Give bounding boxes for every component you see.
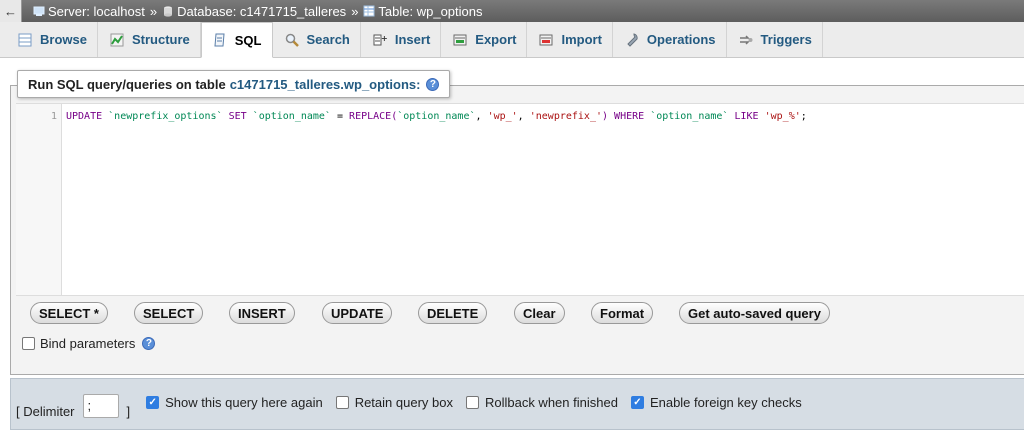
sql-keyword: WHERE [614,111,645,122]
clear-button[interactable]: Clear [514,302,565,324]
query-options: [ Delimiter ; ] ✓ Show this query here a… [16,390,802,419]
breadcrumb-database-label: Database: c1471715_talleres [177,3,347,19]
show-query-label: Show this query here again [165,394,323,410]
tab-import[interactable]: Import [527,22,613,57]
rollback-label: Rollback when finished [484,394,618,410]
sql-keyword: UPDATE [66,111,103,122]
sql-identifier: `option_name` [252,111,331,122]
sql-punct: ; [800,111,807,122]
get-autosaved-query-button[interactable]: Get auto-saved query [679,302,830,324]
show-query-checkbox[interactable]: ✓ [146,395,160,409]
insert-icon: +c [373,34,388,45]
sql-string: 'wp_%' [764,111,801,122]
help-icon[interactable]: ? [426,77,440,91]
tab-structure-label: Structure [131,32,190,47]
tab-sql[interactable]: SQL [200,22,273,58]
sql-punct: ) [601,111,609,122]
browse-icon [18,33,32,46]
sql-code: UPDATE `newprefix_options` SET `option_n… [66,111,807,122]
sql-keyword: SET [228,111,247,122]
triggers-icon [739,34,753,45]
tab-operations[interactable]: Operations [613,22,727,57]
tab-structure[interactable]: Structure [98,22,201,57]
tab-triggers[interactable]: Triggers [727,22,823,57]
foreign-keys-option: ✓ Enable foreign key checks [630,394,802,410]
show-query-option: ✓ Show this query here again [146,395,323,410]
sql-function: REPLACE( [349,111,398,122]
sql-punct: , [475,111,482,122]
tab-triggers-label: Triggers [760,32,812,47]
line-number: 1 [50,111,57,122]
update-button[interactable]: UPDATE [322,302,393,324]
tab-operations-label: Operations [646,32,716,47]
line-number-gutter: 1 [16,104,62,295]
delimiter-label: [ Delimiter [16,404,75,419]
breadcrumb-server[interactable]: Server: localhost [33,4,145,19]
delete-button[interactable]: DELETE [418,302,488,324]
select-button[interactable]: SELECT [134,302,204,324]
tab-browse-label: Browse [40,32,87,47]
breadcrumb-table[interactable]: Table: wp_options [363,3,483,19]
tab-search-label: Search [306,32,350,47]
rollback-checkbox[interactable] [465,395,479,409]
help-icon[interactable]: ? [142,337,156,350]
server-icon [33,6,45,16]
sql-identifier: `option_name` [397,111,476,122]
sql-identifier: `option_name` [650,111,729,122]
svg-text:+c: +c [381,34,388,43]
foreign-keys-checkbox[interactable]: ✓ [630,395,644,409]
table-icon [363,5,375,17]
query-legend-table-link[interactable]: c1471715_talleres.wp_options: [230,77,421,92]
wrench-icon [627,32,638,47]
rollback-option: Rollback when finished [465,394,618,410]
tab-insert[interactable]: +c Insert [361,22,442,57]
delimiter-close: ] [126,404,131,419]
select-star-button[interactable]: SELECT * [30,302,108,324]
breadcrumb-separator: » [351,3,359,19]
import-icon [539,34,553,45]
sql-identifier: `newprefix_options` [108,111,223,122]
sql-operator: = [336,111,344,122]
sql-editor[interactable]: 1 UPDATE `newprefix_options` SET `option… [16,103,1024,296]
bind-parameters-label: Bind parameters [40,336,136,351]
format-button[interactable]: Format [591,302,654,324]
sql-icon [214,33,225,47]
tab-export[interactable]: Export [441,22,528,57]
back-arrow-icon[interactable]: ← [0,0,22,22]
breadcrumb-server-label: Server: localhost [48,3,145,19]
tab-insert-label: Insert [394,32,431,47]
foreign-keys-label: Enable foreign key checks [649,394,802,410]
structure-icon [110,33,124,46]
breadcrumb-separator: » [149,3,158,19]
tab-import-label: Import [561,32,602,47]
sql-string: 'newprefix_' [529,111,602,122]
sql-punct: , [517,111,524,122]
tab-export-label: Export [475,32,517,47]
export-icon [453,34,467,45]
database-icon [164,6,173,17]
delimiter-input[interactable]: ; [82,393,119,418]
tab-bar: Browse Structure SQL Search +c Insert Ex… [0,22,1024,58]
query-legend: Run SQL query/queries on table c1471715_… [17,70,451,98]
breadcrumb-table-label: Table: wp_options [378,3,483,19]
sql-string: 'wp_' [487,111,518,122]
bind-parameters: Bind parameters ? [22,336,156,351]
breadcrumb-database[interactable]: Database: c1471715_talleres [162,4,346,19]
breadcrumb-bar: ← Server: localhost » Database: c1471715… [0,0,1024,22]
query-legend-prefix: Run SQL query/queries on table [28,76,226,92]
bind-parameters-checkbox[interactable] [22,337,35,350]
sql-keyword: LIKE [734,111,759,122]
retain-box-option: Retain query box [335,394,453,410]
tab-sql-label: SQL [234,32,262,48]
insert-button[interactable]: INSERT [229,302,295,324]
retain-box-label: Retain query box [354,394,453,410]
retain-box-checkbox[interactable] [335,395,349,409]
tab-browse[interactable]: Browse [6,22,98,57]
search-icon [285,33,299,47]
tab-search[interactable]: Search [273,22,361,57]
breadcrumb: Server: localhost » Database: c1471715_t… [22,4,483,19]
